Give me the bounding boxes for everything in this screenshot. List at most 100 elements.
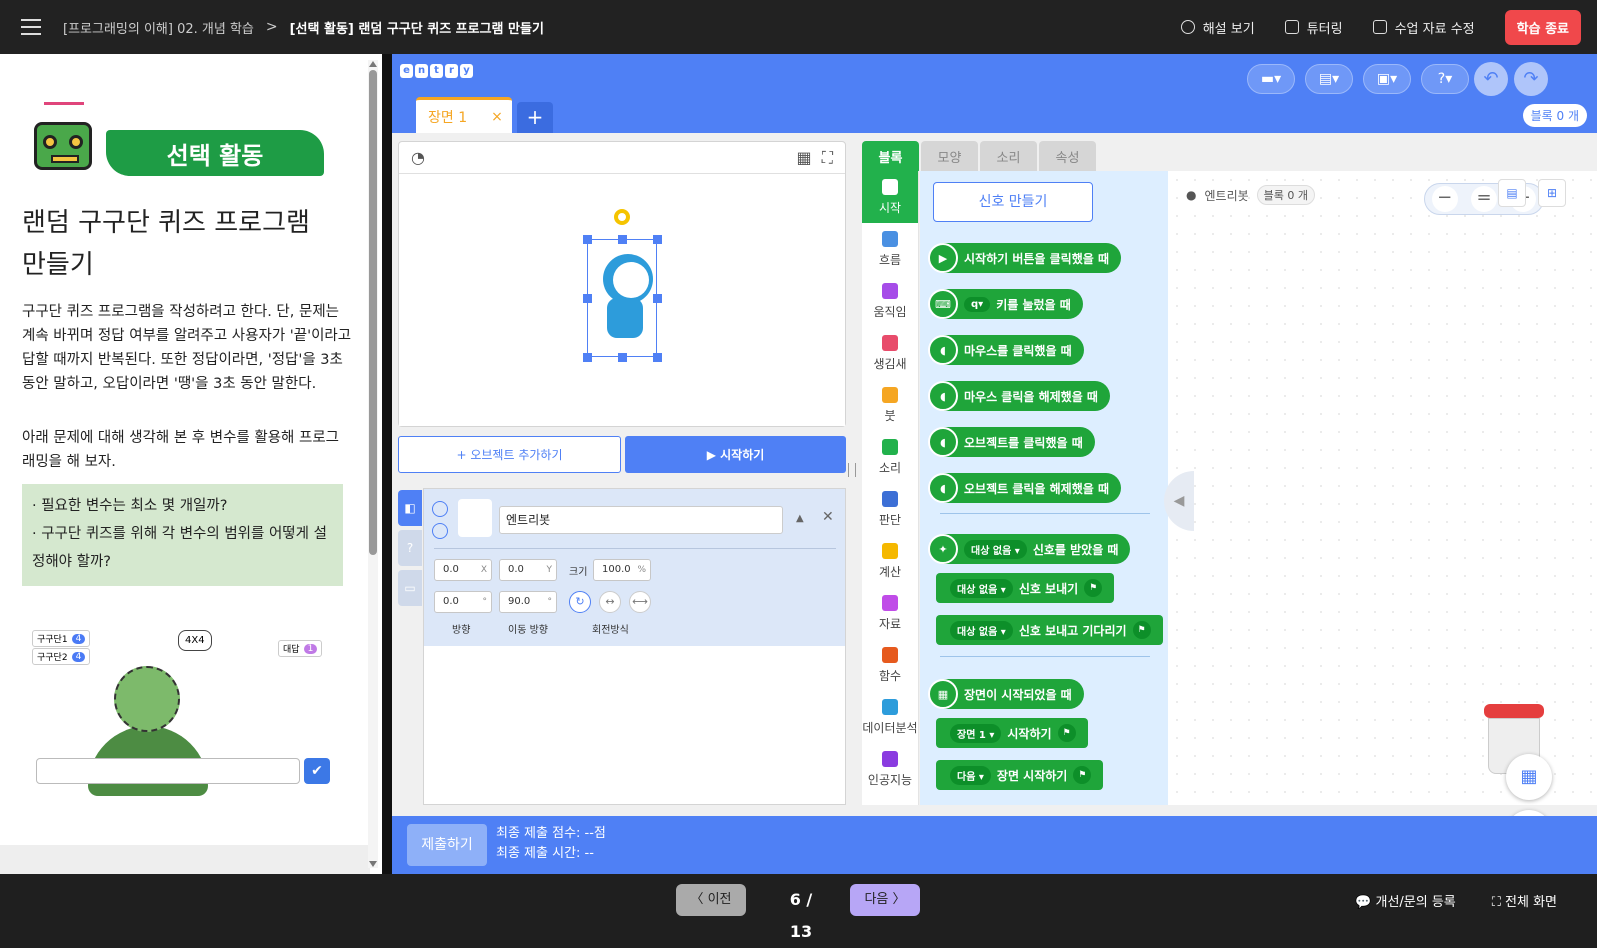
- redo-icon[interactable]: ↷: [1514, 62, 1548, 96]
- object-tab-icon[interactable]: ◧: [398, 490, 422, 526]
- start-button[interactable]: ▶ 시작하기: [625, 436, 846, 473]
- help-menu-icon[interactable]: ?▾: [1421, 64, 1469, 94]
- mode-menu-icon[interactable]: ▬▾: [1247, 64, 1295, 94]
- scroll-thumb[interactable]: [369, 70, 377, 555]
- help-tab-icon[interactable]: ?: [398, 530, 422, 566]
- start-scene-block[interactable]: 장면 1 ▾ 시작하기 ⚑: [936, 718, 1088, 748]
- resize-handle-icon[interactable]: [848, 463, 856, 477]
- rotate-horizontal-icon[interactable]: ↔: [599, 591, 621, 613]
- when-signal-received-block[interactable]: ✦ 대상 없음 ▾ 신호를 받았을 때: [928, 534, 1131, 564]
- when-mouse-clicked-block[interactable]: ◖ 마우스를 클릭했을 때: [928, 335, 1084, 365]
- comment-icon[interactable]: ▤: [1498, 179, 1526, 207]
- next-button[interactable]: 다음 〉: [850, 884, 920, 916]
- fullscreen-icon[interactable]: ⛶: [822, 148, 833, 167]
- size-field[interactable]: 100.0%: [593, 559, 651, 581]
- category-3[interactable]: 생김새: [862, 327, 918, 379]
- grid-icon[interactable]: ▦: [797, 148, 812, 167]
- resize-handle[interactable]: [618, 235, 627, 244]
- tab-properties[interactable]: 속성: [1039, 141, 1096, 171]
- object-name-field[interactable]: 엔트리봇: [499, 506, 783, 534]
- report-button[interactable]: 💬 개선/문의 등록: [1355, 891, 1456, 910]
- submit-button[interactable]: 제출하기: [407, 824, 487, 866]
- signal-dropdown[interactable]: 대상 없음 ▾: [950, 620, 1013, 640]
- when-object-clicked-block[interactable]: ◖ 오브젝트를 클릭했을 때: [928, 427, 1095, 457]
- resize-handle[interactable]: [583, 235, 592, 244]
- category-5[interactable]: 소리: [862, 431, 918, 483]
- fullscreen-button[interactable]: ⛶ 전체 화면: [1492, 891, 1557, 910]
- delete-object-icon[interactable]: ✕: [822, 509, 834, 525]
- resize-handle[interactable]: [653, 235, 662, 244]
- add-comment-icon[interactable]: ⊞: [1538, 179, 1566, 207]
- lock-icon[interactable]: [432, 523, 448, 539]
- category-9[interactable]: 함수: [862, 639, 918, 691]
- file-menu-icon[interactable]: ▤▾: [1305, 64, 1353, 94]
- resize-handle[interactable]: [618, 353, 627, 362]
- key-dropdown[interactable]: q▾: [964, 296, 991, 312]
- prev-button[interactable]: 〈 이전: [676, 884, 746, 916]
- close-icon[interactable]: ×: [491, 109, 503, 125]
- save-menu-icon[interactable]: ▣▾: [1363, 64, 1411, 94]
- apps-grid-icon[interactable]: ▦: [1506, 754, 1552, 800]
- console-tab-icon[interactable]: ▭: [398, 570, 422, 606]
- breadcrumb-parent[interactable]: [프로그래밍의 이해] 02. 개념 학습: [63, 18, 254, 37]
- scroll-up-icon[interactable]: [369, 61, 377, 67]
- rotate-handle-icon[interactable]: [614, 209, 630, 225]
- panel-splitter[interactable]: [382, 54, 392, 874]
- tutoring-button[interactable]: 튜터링: [1284, 18, 1343, 37]
- scroll-down-icon[interactable]: [369, 861, 377, 867]
- add-scene-button[interactable]: +: [517, 102, 553, 133]
- resize-handle[interactable]: [653, 294, 662, 303]
- category-2[interactable]: 움직임: [862, 275, 918, 327]
- edit-material-button[interactable]: 수업 자료 수정: [1372, 18, 1475, 37]
- answer-input[interactable]: [36, 758, 300, 784]
- end-learning-button[interactable]: 학습 종료: [1504, 9, 1581, 45]
- tab-scene-1[interactable]: 장면 1 ×: [416, 97, 512, 133]
- move-direction-field[interactable]: 90.0 °: [499, 591, 557, 613]
- when-mouse-released-block[interactable]: ◖ 마우스 클릭을 해제했을 때: [928, 381, 1110, 411]
- send-signal-block[interactable]: 대상 없음 ▾ 신호 보내기 ⚑: [936, 573, 1115, 603]
- solution-button[interactable]: 해설 보기: [1180, 18, 1255, 37]
- rotate-none-icon[interactable]: ⟷: [629, 591, 651, 613]
- category-11[interactable]: 인공지능: [862, 743, 918, 795]
- stage-canvas[interactable]: [399, 174, 845, 426]
- entrybot-sprite[interactable]: [599, 254, 653, 344]
- when-object-released-block[interactable]: ◖ 오브젝트 클릭을 해제했을 때: [928, 473, 1122, 503]
- zoom-out-icon[interactable]: −: [1431, 186, 1458, 212]
- tab-blocks[interactable]: 블록: [862, 141, 919, 171]
- make-signal-button[interactable]: 신호 만들기: [933, 182, 1093, 222]
- direction-field[interactable]: 0.0 °: [434, 591, 492, 613]
- category-10[interactable]: 데이터분석: [862, 691, 918, 743]
- zoom-reset-icon[interactable]: =: [1470, 186, 1497, 212]
- category-4[interactable]: 붓: [862, 379, 918, 431]
- scene-dropdown[interactable]: 장면 1 ▾: [950, 723, 1002, 743]
- collapse-palette-icon[interactable]: ◀: [1164, 471, 1194, 531]
- y-field[interactable]: 0.0 Y: [499, 559, 557, 581]
- visibility-icon[interactable]: [432, 501, 448, 517]
- send-signal-wait-block[interactable]: 대상 없음 ▾ 신호 보내고 기다리기 ⚑: [936, 615, 1163, 645]
- tab-sounds[interactable]: 소리: [980, 141, 1037, 171]
- when-key-pressed-block[interactable]: ⌨ q▾ 키를 눌렀을 때: [928, 289, 1083, 319]
- collapse-icon[interactable]: ▲: [796, 513, 804, 524]
- signal-dropdown[interactable]: 대상 없음 ▾: [950, 578, 1013, 598]
- menu-icon[interactable]: [21, 19, 41, 35]
- resize-handle[interactable]: [653, 353, 662, 362]
- undo-icon[interactable]: ↶: [1474, 62, 1508, 96]
- resize-handle[interactable]: [583, 353, 592, 362]
- category-8[interactable]: 자료: [862, 587, 918, 639]
- category-1[interactable]: 흐름: [862, 223, 918, 275]
- tab-shapes[interactable]: 모양: [921, 141, 978, 171]
- lesson-scrollbar[interactable]: [368, 60, 378, 868]
- rotate-free-icon[interactable]: ↻: [569, 591, 591, 613]
- category-7[interactable]: 계산: [862, 535, 918, 587]
- resize-handle[interactable]: [583, 294, 592, 303]
- when-scene-starts-block[interactable]: ▦ 장면이 시작되었을 때: [928, 679, 1084, 709]
- category-6[interactable]: 판단: [862, 483, 918, 535]
- speed-gauge-icon[interactable]: ◔: [411, 148, 425, 167]
- scene-order-dropdown[interactable]: 다음 ▾: [950, 765, 991, 785]
- category-0[interactable]: 시작: [862, 171, 918, 223]
- x-field[interactable]: 0.0 X: [434, 559, 492, 581]
- start-next-scene-block[interactable]: 다음 ▾ 장면 시작하기 ⚑: [936, 760, 1104, 790]
- add-object-button[interactable]: + 오브젝트 추가하기: [398, 436, 621, 473]
- signal-dropdown[interactable]: 대상 없음 ▾: [964, 539, 1027, 559]
- when-start-clicked-block[interactable]: ▶ 시작하기 버튼을 클릭했을 때: [928, 243, 1122, 273]
